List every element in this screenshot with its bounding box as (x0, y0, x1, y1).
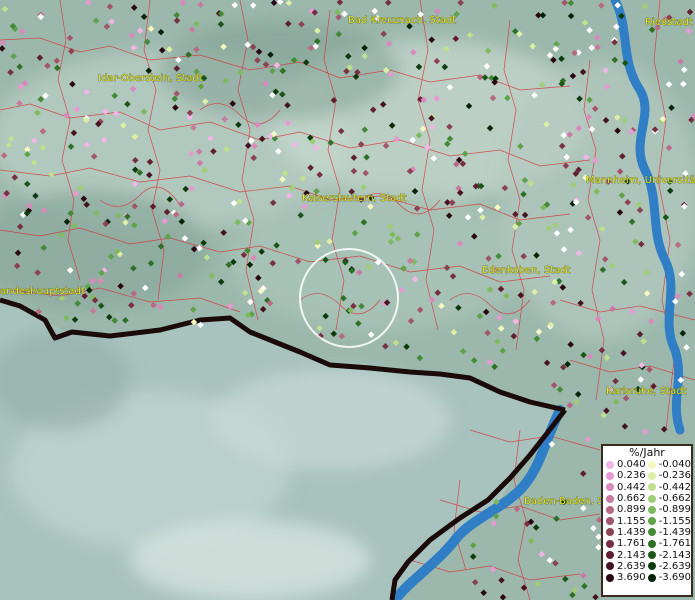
legend-value: 0.662 (617, 493, 646, 505)
city-label-karlsruhe: Karlsruhe, Stadt (606, 386, 687, 397)
legend-negative-row: -0.236 (647, 470, 691, 482)
legend-swatch (647, 494, 656, 503)
legend-negative-row: -2.143 (647, 549, 691, 561)
legend-positive-row: 1.155 (606, 515, 648, 527)
legend-value: -0.442 (658, 481, 691, 493)
legend-swatch (647, 551, 656, 560)
legend-swatch (606, 517, 614, 526)
city-label-riedstadt: Riedstadt (645, 17, 693, 28)
legend-swatch (606, 505, 614, 514)
legend-positive-row: 0.899 (606, 504, 648, 515)
legend-value: 0.442 (617, 481, 646, 493)
legend-value: -1.761 (658, 538, 691, 550)
legend-value: -2.143 (658, 549, 691, 561)
legend-value: 0.899 (617, 504, 646, 516)
legend-value: -0.040 (658, 459, 691, 471)
legend-positive-row: 2.143 (606, 549, 648, 561)
legend-value: 3.690 (617, 572, 646, 584)
legend-value: 1.439 (617, 526, 646, 538)
legend-swatch (647, 483, 656, 492)
city-label-kaiserslautern: Kaiserslautern, Stadt (302, 193, 407, 204)
legend-value: -3.690 (658, 572, 691, 584)
legend-swatch (606, 528, 614, 537)
legend-negative-column: -0.040 -0.236 -0.442 -0.662 -0.899 -1.155 -1.4… (647, 459, 691, 584)
legend-negative-row: -1.439 (647, 526, 691, 538)
city-label-mannheim: Mannheim, Universitätsstadt (586, 175, 695, 186)
legend-swatch (606, 573, 614, 582)
legend-positive-row: 0.442 (606, 482, 648, 493)
legend-title: %/Jahr (629, 446, 665, 459)
legend-value: 0.040 (617, 459, 646, 471)
legend-swatch (606, 551, 614, 560)
legend-swatch (606, 562, 614, 571)
legend-swatch (647, 505, 656, 514)
legend-positive-row: 0.040 (606, 459, 648, 470)
legend-negative-row: -0.662 (647, 493, 691, 505)
city-label-idar-oberstein: Idar-Oberstein, Stadt (98, 73, 203, 84)
legend-positive-row: 1.761 (606, 538, 648, 549)
legend-swatch (606, 483, 614, 492)
city-label-edenkoben: Edenkoben, Stadt (482, 265, 571, 276)
legend-value: -0.662 (658, 493, 691, 505)
legend-swatch (647, 573, 656, 582)
legend-value: 1.761 (617, 538, 646, 550)
legend-negative-row: -0.899 (647, 504, 691, 516)
legend-swatch (606, 460, 614, 469)
legend-swatch (647, 539, 656, 548)
legend-positive-column: 0.040 0.236 0.442 0.662 0.899 1.155 1.439 1.761… (606, 459, 648, 583)
legend-swatch (647, 471, 656, 480)
city-label-bad-kreuznach: Bad Kreuznach, Stadt (348, 15, 456, 26)
map-legend: %/Jahr 0.040 0.236 0.442 0.662 0.899 1.155 1.4… (601, 444, 693, 597)
legend-swatch (606, 494, 614, 503)
legend-swatch (606, 539, 614, 548)
legend-positive-row: 0.236 (606, 470, 648, 481)
legend-value: 0.236 (617, 470, 646, 482)
legend-negative-row: -1.155 (647, 515, 691, 527)
legend-negative-row: -2.639 (647, 560, 691, 572)
legend-swatch (647, 528, 656, 537)
legend-positive-row: 2.639 (606, 561, 648, 572)
legend-positive-row: 3.690 (606, 572, 648, 583)
map-canvas[interactable]: Bad Kreuznach, Stadt Riedstadt Idar-Ober… (0, 0, 695, 600)
legend-swatch (606, 471, 614, 480)
legend-value: 2.143 (617, 549, 646, 561)
legend-negative-row: -3.690 (647, 572, 691, 584)
legend-value: -0.236 (658, 470, 691, 482)
legend-swatch (647, 562, 656, 571)
city-label-landeshauptstadt: andeshauptstadt (0, 286, 85, 297)
legend-negative-row: -0.442 (647, 481, 691, 493)
legend-value: -1.155 (658, 515, 691, 527)
legend-positive-row: 1.439 (606, 527, 648, 538)
legend-swatch (647, 517, 656, 526)
legend-negative-row: -0.040 (647, 459, 691, 471)
legend-value: 2.639 (617, 560, 646, 572)
legend-positive-row: 0.662 (606, 493, 648, 504)
legend-negative-row: -1.761 (647, 538, 691, 550)
legend-value: -2.639 (658, 560, 691, 572)
legend-swatch (647, 460, 656, 469)
legend-value: -1.439 (658, 526, 691, 538)
map-view[interactable]: Bad Kreuznach, Stadt Riedstadt Idar-Ober… (0, 0, 695, 600)
legend-value: -0.899 (658, 504, 691, 516)
legend-value: 1.155 (617, 515, 646, 527)
